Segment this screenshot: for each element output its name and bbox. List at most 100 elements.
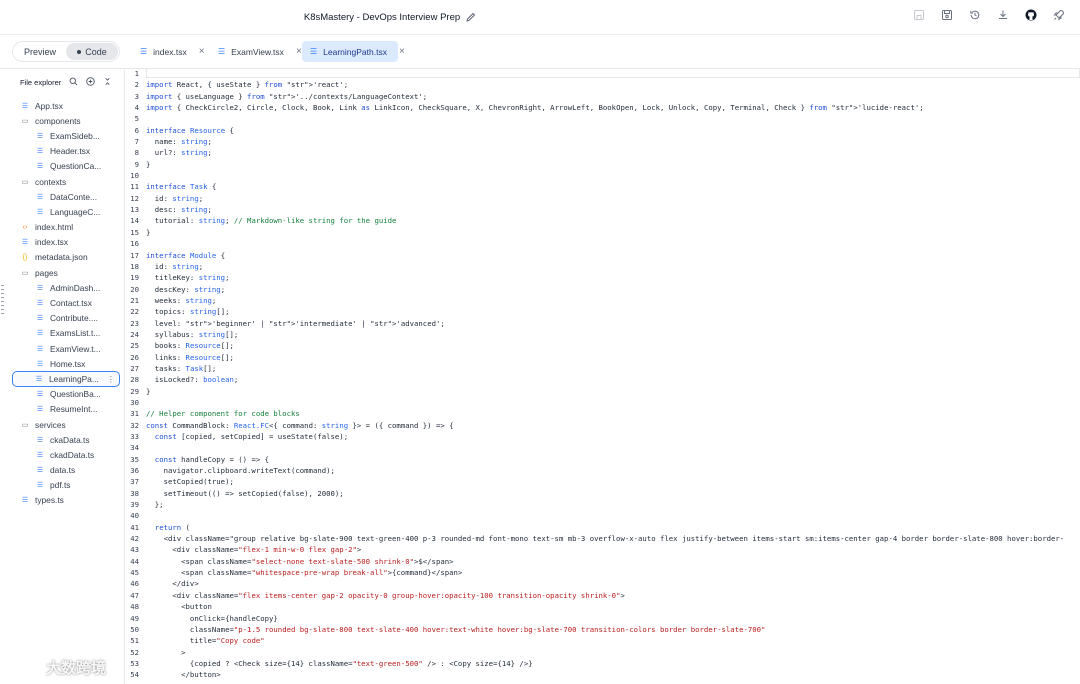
tab-learningpath-tsx[interactable]: ☰ LearningPath.tsx × bbox=[302, 41, 405, 62]
file-icon: ☰ bbox=[21, 102, 29, 110]
line-number: 12 bbox=[130, 193, 139, 203]
file-item[interactable]: ☰ pdf.ts bbox=[6, 478, 124, 493]
line-number: 18 bbox=[130, 261, 139, 271]
code-text: syllabus: string[]; bbox=[146, 329, 239, 339]
save-icon[interactable] bbox=[940, 8, 954, 22]
file-icon: ☰ bbox=[21, 497, 29, 505]
history-icon[interactable] bbox=[968, 8, 982, 22]
line-number: 24 bbox=[130, 329, 139, 339]
line-number: 53 bbox=[130, 658, 139, 668]
code-line: 42 <div className="group relative bg-sla… bbox=[125, 533, 1080, 544]
code-text: <span className="select-none text-slate-… bbox=[146, 556, 454, 566]
file-item[interactable]: ☰ index.tsx bbox=[6, 235, 124, 250]
code-text: </button> bbox=[146, 670, 221, 680]
file-icon: ☰ bbox=[310, 47, 318, 56]
line-number: 26 bbox=[130, 352, 139, 362]
code-text: interface Task { bbox=[146, 182, 217, 192]
line-number: 27 bbox=[130, 363, 139, 373]
line-number: 23 bbox=[130, 318, 139, 328]
tab-examview-tsx[interactable]: ☰ ExamView.tsx × bbox=[210, 41, 302, 62]
code-line: 21 weeks: string; bbox=[125, 295, 1080, 306]
file-item[interactable]: ☰ QuestionBa... bbox=[6, 387, 124, 402]
github-icon[interactable] bbox=[1024, 8, 1038, 22]
code-line: 8 url?: string; bbox=[125, 147, 1080, 158]
code-text: } bbox=[146, 386, 151, 396]
folder-item[interactable]: ▭ pages bbox=[6, 265, 124, 280]
line-number: 39 bbox=[130, 500, 139, 510]
file-item[interactable]: ☰ LearningPa... ⋮ bbox=[12, 371, 120, 387]
line-number: 35 bbox=[130, 454, 139, 464]
code-line: 10 bbox=[125, 170, 1080, 181]
line-number: 28 bbox=[130, 375, 139, 385]
file-tree-label: Header.tsx bbox=[50, 146, 91, 157]
file-tree-label: LanguageC... bbox=[50, 206, 101, 217]
code-text: className="p-1.5 rounded bg-slate-800 te… bbox=[146, 624, 766, 634]
file-item[interactable]: ☰ LanguageC... bbox=[6, 204, 124, 219]
code-text: <span className="whitespace-pre-wrap bre… bbox=[146, 568, 463, 578]
file-item[interactable]: ☰ Home.tsx bbox=[6, 356, 124, 371]
code-text: titleKey: string; bbox=[146, 273, 230, 283]
preview-toggle-button[interactable]: Preview bbox=[14, 43, 66, 60]
file-item[interactable]: ☰ ExamView.t... bbox=[6, 341, 124, 356]
line-number: 52 bbox=[130, 647, 139, 657]
folder-item[interactable]: ▭ services bbox=[6, 417, 124, 432]
code-line: 12 id: string; bbox=[125, 193, 1080, 204]
collapse-all-icon[interactable] bbox=[103, 77, 112, 88]
code-text: } bbox=[146, 227, 151, 237]
file-item[interactable]: ‹› index.html bbox=[6, 220, 124, 235]
file-item[interactable]: ☰ Header.tsx bbox=[6, 144, 124, 159]
search-icon[interactable] bbox=[69, 77, 78, 88]
code-line: 24 syllabus: string[]; bbox=[125, 329, 1080, 340]
file-item[interactable]: ☰ ckadData.ts bbox=[6, 447, 124, 462]
line-number: 47 bbox=[130, 590, 139, 600]
folder-item[interactable]: ▭ components bbox=[6, 113, 124, 128]
file-item[interactable]: ☰ Contact.tsx bbox=[6, 295, 124, 310]
file-item[interactable]: ☰ ResumeInt... bbox=[6, 402, 124, 417]
file-icon: ☰ bbox=[36, 208, 44, 216]
file-item[interactable]: ☰ ExamsList.t... bbox=[6, 326, 124, 341]
line-number: 32 bbox=[130, 420, 139, 430]
file-item[interactable]: ☰ AdminDash... bbox=[6, 280, 124, 295]
watermark-logo-icon bbox=[9, 660, 40, 675]
file-item[interactable]: ☰ QuestionCa... bbox=[6, 159, 124, 174]
code-text: import { CheckCircle2, Circle, Clock, Bo… bbox=[146, 103, 924, 113]
file-tree-label: QuestionBa... bbox=[50, 389, 101, 400]
close-tab-icon[interactable]: × bbox=[199, 46, 205, 57]
code-line: 22 topics: string[]; bbox=[125, 306, 1080, 317]
file-tree-label: metadata.json bbox=[35, 252, 88, 263]
file-item[interactable]: {} metadata.json bbox=[6, 250, 124, 265]
code-line: 36 navigator.clipboard.writeText(command… bbox=[125, 465, 1080, 476]
file-item[interactable]: ☰ Contribute.... bbox=[6, 311, 124, 326]
code-line: 3 import { useLanguage } from "str">'../c… bbox=[125, 91, 1080, 102]
file-item[interactable]: ☰ DataConte... bbox=[6, 189, 124, 204]
rocket-icon[interactable] bbox=[1052, 8, 1066, 22]
code-toggle-button[interactable]: Code bbox=[66, 43, 118, 60]
save-disabled-icon[interactable] bbox=[912, 8, 926, 22]
close-tab-icon[interactable]: × bbox=[399, 46, 405, 57]
file-tree-label: ExamSideb... bbox=[50, 130, 100, 141]
sidebar-resize-handle[interactable] bbox=[0, 282, 6, 317]
line-number: 29 bbox=[130, 386, 139, 396]
code-text: id: string; bbox=[146, 261, 204, 271]
watermark: 大数跨境 bbox=[8, 657, 106, 678]
file-item[interactable]: ☰ data.ts bbox=[6, 463, 124, 478]
file-item[interactable]: ☰ ckaData.ts bbox=[6, 432, 124, 447]
download-icon[interactable] bbox=[996, 8, 1010, 22]
edit-title-icon[interactable] bbox=[466, 12, 476, 22]
code-text: </div> bbox=[146, 579, 199, 589]
close-tab-icon[interactable]: × bbox=[296, 46, 302, 57]
line-number: 42 bbox=[130, 534, 139, 544]
add-file-icon[interactable] bbox=[86, 76, 95, 88]
file-item[interactable]: ☰ ExamSideb... bbox=[6, 128, 124, 143]
file-tree-label: AdminDash... bbox=[50, 282, 101, 293]
file-tree-label: Contribute.... bbox=[50, 313, 98, 324]
file-item[interactable]: ☰ types.ts bbox=[6, 493, 124, 508]
folder-item[interactable]: ▭ contexts bbox=[6, 174, 124, 189]
code-lines: 1 2 import React, { useState } from "str">… bbox=[125, 68, 1080, 681]
code-line: 9} bbox=[125, 159, 1080, 170]
tab-index-tsx[interactable]: ☰ index.tsx × bbox=[132, 41, 208, 62]
file-item[interactable]: ☰ App.tsx bbox=[6, 98, 124, 113]
more-options-icon[interactable]: ⋮ bbox=[107, 374, 115, 384]
code-editor[interactable]: 1 2 import React, { useState } from "str">… bbox=[125, 68, 1080, 684]
code-text: level: "str">'beginner' | "str">'interme… bbox=[146, 318, 445, 328]
